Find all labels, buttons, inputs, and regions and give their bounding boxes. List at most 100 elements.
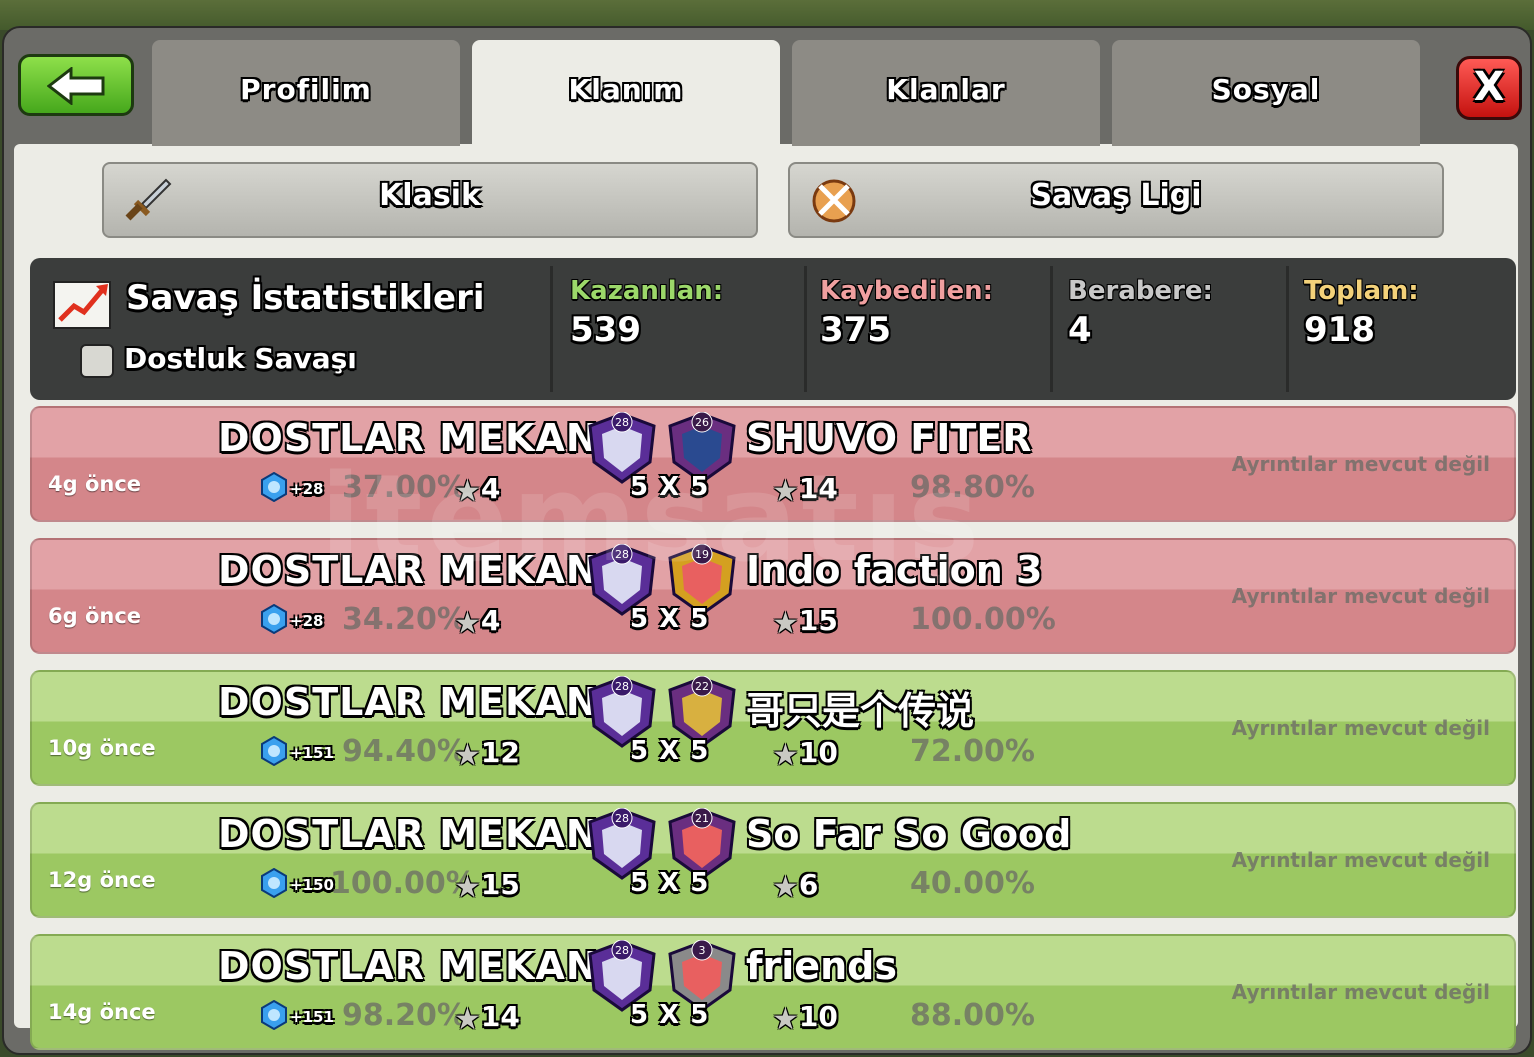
clan-xp: +151: [290, 1008, 334, 1026]
clan-destruction-percent: 98.20%: [342, 998, 467, 1033]
tab-profilim[interactable]: Profilim: [152, 40, 460, 146]
details-unavailable: Ayrıntılar mevcut değil: [1231, 452, 1490, 476]
total-value: 918: [1304, 310, 1375, 350]
chart-icon: [53, 281, 111, 329]
back-button[interactable]: [18, 54, 134, 116]
opponent-stars: ★6: [772, 868, 818, 905]
clan-xp: +150: [290, 876, 334, 894]
war-league-button[interactable]: Savaş Ligi: [788, 162, 1444, 238]
draw-label: Berabere:: [1068, 276, 1213, 306]
opponent-name: 哥只是个传说: [746, 689, 975, 733]
opponent-star-count: 10: [798, 736, 838, 769]
tab-sosyal[interactable]: Sosyal: [1112, 40, 1420, 146]
back-arrow-icon: [47, 67, 105, 105]
details-unavailable: Ayrıntılar mevcut değil: [1231, 980, 1490, 1004]
friendly-war-label: Dostluk Savaşı: [124, 342, 357, 375]
opponent-stars: ★10: [772, 1000, 838, 1037]
divider: [1286, 266, 1289, 392]
war-size: 5 X 5: [630, 1000, 710, 1030]
clan-stars: ★4: [454, 472, 500, 509]
xp-gem-icon: [261, 472, 287, 502]
clan-star-count: 12: [480, 736, 520, 769]
war-log-row[interactable]: 14g önce DOSTLAR MEKANI +151 98.20% ★14 …: [30, 934, 1516, 1050]
classic-war-button[interactable]: Klasik: [102, 162, 758, 238]
divider: [550, 266, 553, 392]
classic-label: Klasik: [379, 178, 481, 213]
xp-gem-icon: [261, 868, 287, 898]
star-icon: ★: [454, 606, 481, 641]
clan-level: 28: [615, 944, 629, 957]
draw-stat: Berabere: 4: [1068, 276, 1213, 350]
star-icon: ★: [772, 1002, 799, 1037]
tab-klanlar[interactable]: Klanlar: [792, 40, 1100, 146]
clan-name: DOSTLAR MEKANI: [218, 944, 614, 988]
opponent-destruction-percent: 40.00%: [910, 866, 1035, 901]
clan-stars: ★15: [454, 868, 520, 905]
draw-value: 4: [1068, 310, 1092, 350]
star-icon: ★: [772, 870, 799, 905]
opponent-destruction-percent: 88.00%: [910, 998, 1035, 1033]
star-icon: ★: [772, 474, 799, 509]
clan-star-count: 15: [480, 868, 520, 901]
war-size: 5 X 5: [630, 868, 710, 898]
war-size: 5 X 5: [630, 472, 710, 502]
star-icon: ★: [454, 738, 481, 773]
total-label: Toplam:: [1304, 276, 1419, 306]
close-button[interactable]: X: [1456, 56, 1522, 120]
xp-gem-icon: [261, 736, 287, 766]
war-time-ago: 4g önce: [48, 472, 142, 496]
tab-klanim[interactable]: Klanım: [472, 40, 780, 146]
opponent-stars: ★14: [772, 472, 838, 509]
opponent-name: So Far So Good: [746, 812, 1072, 856]
war-log-row[interactable]: 10g önce DOSTLAR MEKANI +151 94.40% ★12 …: [30, 670, 1516, 786]
clan-destruction-percent: 94.40%: [342, 734, 467, 769]
opponent-name: friends: [746, 944, 897, 988]
close-icon: X: [1473, 64, 1505, 110]
war-log-row[interactable]: 4g önce DOSTLAR MEKANI +28 37.00% ★4 28 …: [30, 406, 1516, 522]
clan-stars: ★4: [454, 604, 500, 641]
war-time-ago: 10g önce: [48, 736, 156, 760]
clan-stars: ★14: [454, 1000, 520, 1037]
opponent-level: 3: [699, 944, 706, 957]
war-time-ago: 12g önce: [48, 868, 156, 892]
opponent-level: 22: [695, 680, 709, 693]
war-time-ago: 6g önce: [48, 604, 142, 628]
clan-level: 28: [615, 416, 629, 429]
details-unavailable: Ayrıntılar mevcut değil: [1231, 584, 1490, 608]
details-unavailable: Ayrıntılar mevcut değil: [1231, 848, 1490, 872]
xp-gem-icon: [261, 1000, 287, 1030]
lost-stat: Kaybedilen: 375: [820, 276, 993, 350]
clan-name: DOSTLAR MEKANI: [218, 548, 614, 592]
lost-value: 375: [820, 310, 891, 350]
won-label: Kazanılan:: [570, 276, 724, 306]
war-league-label: Savaş Ligi: [1030, 178, 1202, 213]
war-size: 5 X 5: [630, 736, 710, 766]
clan-star-count: 4: [480, 472, 501, 505]
clan-star-count: 4: [480, 604, 501, 637]
clan-star-count: 14: [480, 1000, 520, 1033]
details-unavailable: Ayrıntılar mevcut değil: [1231, 716, 1490, 740]
xp-gem-icon: [261, 604, 287, 634]
clan-level: 28: [615, 812, 629, 825]
clan-xp: +151: [290, 744, 334, 762]
opponent-destruction-percent: 98.80%: [910, 470, 1035, 505]
divider: [804, 266, 807, 392]
opponent-destruction-percent: 72.00%: [910, 734, 1035, 769]
opponent-level: 26: [695, 416, 709, 429]
star-icon: ★: [772, 738, 799, 773]
lost-label: Kaybedilen:: [820, 276, 994, 306]
clan-name: DOSTLAR MEKANI: [218, 416, 614, 460]
total-stat: Toplam: 918: [1304, 276, 1419, 350]
clan-name: DOSTLAR MEKANI: [218, 680, 614, 724]
star-icon: ★: [454, 870, 481, 905]
star-icon: ★: [454, 1002, 481, 1037]
opponent-level: 19: [695, 548, 709, 561]
opponent-stars: ★15: [772, 604, 838, 641]
opponent-star-count: 15: [798, 604, 838, 637]
opponent-star-count: 6: [798, 868, 819, 901]
war-log-row[interactable]: 12g önce DOSTLAR MEKANI +150 100.00% ★15…: [30, 802, 1516, 918]
won-value: 539: [570, 310, 641, 350]
war-size: 5 X 5: [630, 604, 710, 634]
war-log-row[interactable]: 6g önce DOSTLAR MEKANI +28 34.20% ★4 28 …: [30, 538, 1516, 654]
friendly-war-checkbox[interactable]: [80, 344, 114, 378]
